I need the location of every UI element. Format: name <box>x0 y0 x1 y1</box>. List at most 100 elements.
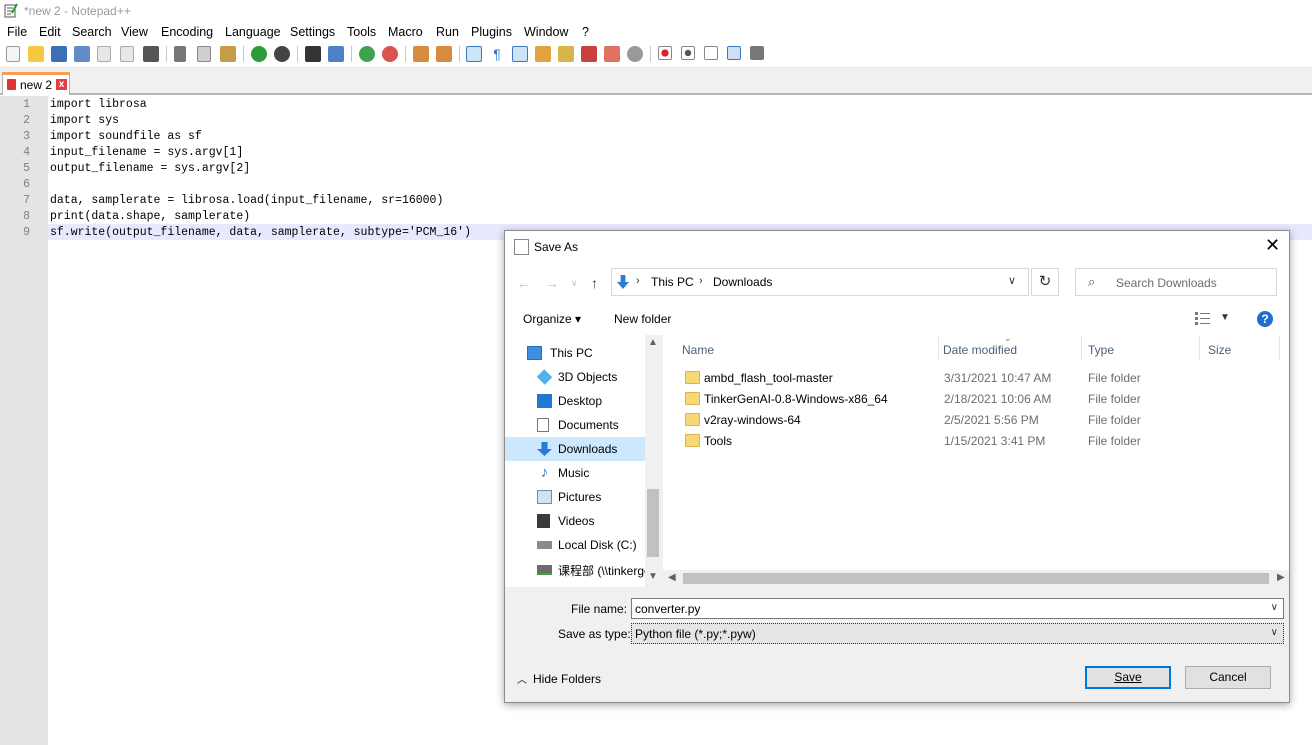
tab-close-icon[interactable]: x <box>56 79 67 90</box>
recent-locations-icon[interactable]: ∨ <box>571 278 578 289</box>
address-bar[interactable]: › This PC › Downloads ∨ <box>611 268 1029 296</box>
save-macro-icon[interactable] <box>750 46 764 60</box>
folder-workspace-icon[interactable] <box>604 46 620 62</box>
chevron-down-icon[interactable]: ∨ <box>1271 627 1278 638</box>
menu-search[interactable]: Search <box>72 25 112 39</box>
nav-item-desktop[interactable]: Desktop <box>505 389 645 413</box>
file-row[interactable]: v2ray-windows-64 2/5/2021 5:56 PM File f… <box>677 409 1277 430</box>
chevron-down-icon[interactable]: ∨ <box>1271 602 1278 613</box>
document-map-icon[interactable] <box>581 46 597 62</box>
menu-settings[interactable]: Settings <box>290 25 335 39</box>
menu-window[interactable]: Window <box>524 25 568 39</box>
indent-guide-icon[interactable] <box>512 46 528 62</box>
save-button[interactable]: Save <box>1085 666 1171 689</box>
zoom-out-icon[interactable] <box>382 46 398 62</box>
help-icon[interactable]: ? <box>1257 311 1273 327</box>
scrollbar-thumb[interactable] <box>683 573 1269 584</box>
scroll-left-icon[interactable]: ◀ <box>668 572 676 583</box>
nav-pane-scrollbar[interactable]: ▲ ▼ <box>645 335 661 587</box>
zoom-in-icon[interactable] <box>359 46 375 62</box>
play-macro-icon[interactable] <box>704 46 718 60</box>
view-options-icon[interactable] <box>1195 311 1211 325</box>
nav-item-pictures[interactable]: Pictures <box>505 485 645 509</box>
view-dropdown-icon[interactable]: ▼ <box>1220 312 1230 323</box>
refresh-icon[interactable]: ↻ <box>1031 268 1059 296</box>
nav-item-3d-objects[interactable]: 3D Objects <box>505 365 645 389</box>
column-header-type[interactable]: Type <box>1088 343 1114 357</box>
breadcrumb-downloads[interactable]: Downloads <box>713 275 772 289</box>
back-arrow-icon[interactable]: ← <box>517 275 531 291</box>
menu-language[interactable]: Language <box>225 25 281 39</box>
up-arrow-icon[interactable]: ↑ <box>591 275 598 291</box>
menu-macro[interactable]: Macro <box>388 25 423 39</box>
find-icon[interactable] <box>305 46 321 62</box>
save-all-icon[interactable] <box>74 46 90 62</box>
cancel-button[interactable]: Cancel <box>1185 666 1271 689</box>
menu-encoding[interactable]: Encoding <box>161 25 213 39</box>
scroll-right-icon[interactable]: ▶ <box>1277 572 1285 583</box>
column-header-name[interactable]: Name <box>682 343 714 357</box>
breadcrumb-this-pc[interactable]: This PC <box>651 275 694 289</box>
paste-icon[interactable] <box>220 46 236 62</box>
nav-item-videos[interactable]: Videos <box>505 509 645 533</box>
file-row[interactable]: TinkerGenAI-0.8-Windows-x86_64 2/18/2021… <box>677 388 1277 409</box>
open-file-icon[interactable] <box>28 46 44 62</box>
menu-file[interactable]: File <box>7 25 27 39</box>
nav-item-documents[interactable]: Documents <box>505 413 645 437</box>
undo-icon[interactable] <box>251 46 267 62</box>
save-icon[interactable] <box>51 46 67 62</box>
column-header-date[interactable]: Date modified <box>943 343 1017 357</box>
nav-item-music[interactable]: ♪ Music <box>505 461 645 485</box>
sync-horizontal-icon[interactable] <box>436 46 452 62</box>
menu-run[interactable]: Run <box>436 25 459 39</box>
file-row[interactable]: Tools 1/15/2021 3:41 PM File folder <box>677 430 1277 451</box>
menu-tools[interactable]: Tools <box>347 25 376 39</box>
scrollbar-thumb[interactable] <box>647 489 659 557</box>
menu-view[interactable]: View <box>121 25 148 39</box>
save-as-type-select[interactable]: Python file (*.py;*.pyw) ∨ <box>631 623 1284 644</box>
close-file-icon[interactable] <box>97 46 111 62</box>
menu-plugins[interactable]: Plugins <box>471 25 512 39</box>
print-icon[interactable] <box>143 46 159 62</box>
run-macro-multiple-icon[interactable] <box>727 46 741 60</box>
sync-vertical-icon[interactable] <box>413 46 429 62</box>
scroll-down-icon[interactable]: ▼ <box>648 571 658 582</box>
redo-icon[interactable] <box>274 46 290 62</box>
hide-folders-button[interactable]: ︿ Hide Folders <box>517 671 601 686</box>
column-header-size[interactable]: Size <box>1208 343 1231 357</box>
word-wrap-icon[interactable] <box>466 46 482 62</box>
scroll-up-icon[interactable]: ▲ <box>648 337 658 348</box>
record-macro-icon[interactable] <box>658 46 672 60</box>
file-row[interactable]: ambd_flash_tool-master 3/31/2021 10:47 A… <box>677 367 1277 388</box>
copy-icon[interactable] <box>197 46 211 62</box>
column-divider[interactable] <box>1279 335 1280 361</box>
new-file-icon[interactable] <box>6 46 20 62</box>
nav-item-network-drive[interactable]: 课程部 (\\tinkergen <box>505 557 645 581</box>
column-divider[interactable] <box>938 335 939 361</box>
address-dropdown-icon[interactable]: ∨ <box>1008 274 1016 287</box>
cut-icon[interactable] <box>174 46 186 62</box>
column-divider[interactable] <box>1081 335 1082 361</box>
tab-new-2[interactable]: new 2 x <box>2 72 70 95</box>
file-list-horizontal-scrollbar[interactable]: ◀ ▶ <box>663 570 1289 587</box>
column-divider[interactable] <box>1199 335 1200 361</box>
menu-edit[interactable]: Edit <box>39 25 61 39</box>
forward-arrow-icon[interactable]: → <box>545 275 559 291</box>
nav-item-local-disk[interactable]: Local Disk (C:) <box>505 533 645 557</box>
nav-item-this-pc[interactable]: This PC <box>505 341 645 365</box>
stop-macro-icon[interactable] <box>681 46 695 60</box>
menu-help[interactable]: ? <box>582 25 589 39</box>
organize-button[interactable]: Organize ▾ <box>523 312 581 326</box>
search-input[interactable]: ⌕ Search Downloads <box>1075 268 1277 296</box>
file-name-field[interactable]: converter.py ∨ <box>631 598 1284 619</box>
new-folder-button[interactable]: New folder <box>614 312 671 326</box>
show-all-chars-icon[interactable]: ¶ <box>489 46 505 62</box>
replace-icon[interactable] <box>328 46 344 62</box>
monitoring-icon[interactable] <box>627 46 643 62</box>
close-all-icon[interactable] <box>120 46 134 62</box>
sort-chevron-icon: ⌄ <box>1004 333 1012 343</box>
function-list-icon[interactable] <box>558 46 574 62</box>
nav-item-downloads[interactable]: Downloads <box>505 437 645 461</box>
dialog-close-icon[interactable]: ✕ <box>1265 235 1280 256</box>
language-icon[interactable] <box>535 46 551 62</box>
